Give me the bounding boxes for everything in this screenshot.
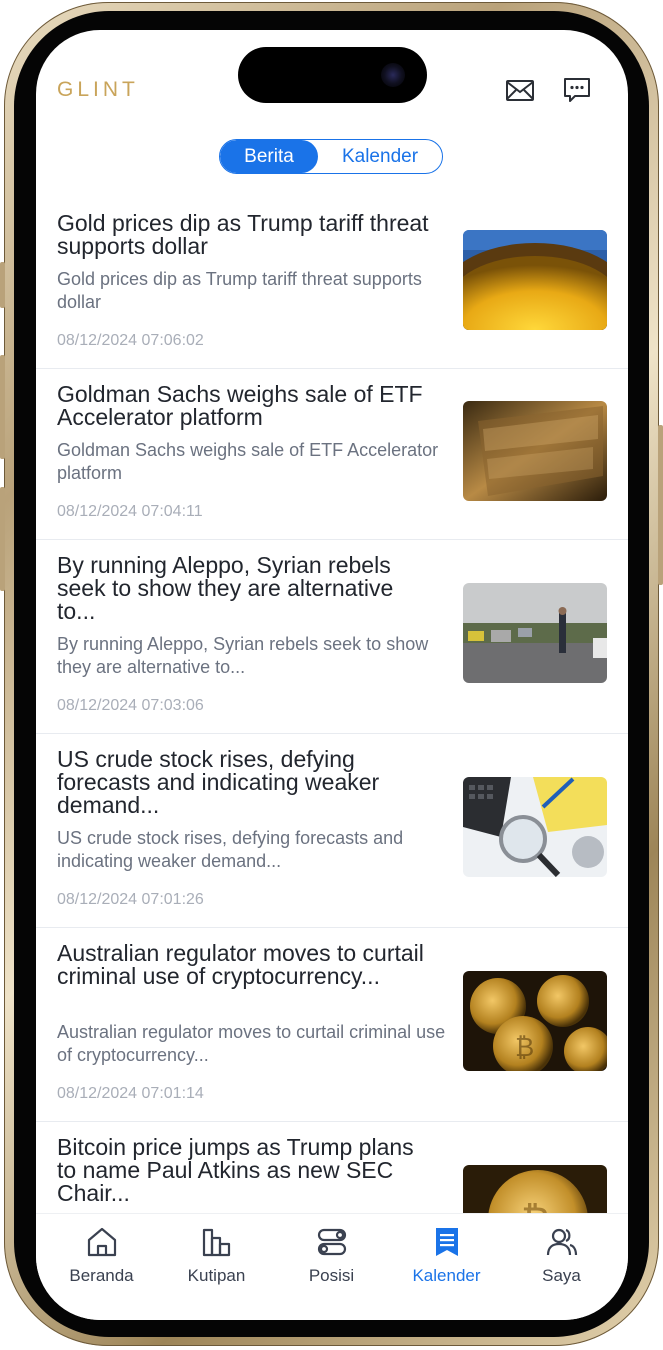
news-timestamp: 08/12/2024 07:03:06	[57, 697, 204, 714]
news-calendar-toggle: Berita Kalender	[219, 139, 443, 174]
nav-item-kutipan[interactable]: Kutipan	[159, 1224, 274, 1286]
news-item[interactable]: Goldman Sachs weighs sale of ETF Acceler…	[36, 369, 628, 540]
news-title: Goldman Sachs weighs sale of ETF Acceler…	[57, 381, 423, 430]
bottom-nav: Beranda Kutipan Posisi Kalender Saya	[36, 1213, 628, 1320]
news-thumbnail-goldman	[463, 401, 607, 501]
news-thumbnail-gold	[463, 230, 607, 330]
news-timestamp: 08/12/2024 07:01:26	[57, 891, 204, 908]
tab-kalender[interactable]: Kalender	[318, 140, 442, 173]
nav-label: Beranda	[69, 1266, 134, 1285]
app-screen: GLINT Berita Kalender Gold prices dip as…	[36, 30, 628, 1320]
nav-label: Kutipan	[187, 1266, 246, 1285]
news-summary: Goldman Sachs weighs sale of ETF Acceler…	[57, 440, 439, 483]
nav-item-posisi[interactable]: Posisi	[274, 1224, 389, 1286]
nav-label: Saya	[542, 1266, 581, 1285]
dynamic-island	[238, 47, 427, 103]
news-item[interactable]: Gold prices dip as Trump tariff threat s…	[36, 198, 628, 369]
nav-item-saya[interactable]: Saya	[504, 1224, 619, 1286]
news-list: Gold prices dip as Trump tariff threat s…	[36, 198, 628, 1265]
news-thumbnail-street	[463, 583, 607, 683]
camera-icon	[381, 63, 405, 87]
news-summary: Australian regulator moves to curtail cr…	[57, 1022, 446, 1065]
mail-icon[interactable]	[504, 74, 536, 106]
svg-text:₿: ₿	[515, 1032, 534, 1062]
news-timestamp: 08/12/2024 07:01:14	[57, 1085, 204, 1102]
tab-berita[interactable]: Berita	[220, 140, 318, 173]
volume-down-button	[0, 487, 5, 591]
news-title: Bitcoin price jumps as Trump plans to na…	[57, 1134, 414, 1206]
action-button	[0, 262, 5, 308]
power-button	[658, 425, 663, 585]
news-item[interactable]: Australian regulator moves to curtail cr…	[36, 928, 628, 1122]
home-icon	[87, 1227, 116, 1257]
bookmark-list-icon	[435, 1228, 458, 1256]
nav-label: Posisi	[308, 1266, 355, 1285]
news-summary: Gold prices dip as Trump tariff threat s…	[57, 269, 422, 312]
brand-logo: GLINT	[57, 78, 139, 101]
nav-item-kalender[interactable]: Kalender	[389, 1224, 504, 1286]
volume-up-button	[0, 355, 5, 459]
news-title: By running Aleppo, Syrian rebels seek to…	[57, 552, 394, 624]
news-timestamp: 08/12/2024 07:04:11	[57, 503, 203, 520]
news-timestamp: 08/12/2024 07:06:02	[57, 332, 204, 349]
nav-label: Kalender	[412, 1266, 481, 1285]
news-summary: By running Aleppo, Syrian rebels seek to…	[57, 634, 429, 677]
news-item[interactable]: US crude stock rises, defying forecasts …	[36, 734, 628, 928]
news-item[interactable]: By running Aleppo, Syrian rebels seek to…	[36, 540, 628, 734]
news-summary: US crude stock rises, defying forecasts …	[57, 828, 404, 871]
news-title: US crude stock rises, defying forecasts …	[57, 746, 380, 818]
news-title: Gold prices dip as Trump tariff threat s…	[57, 210, 429, 259]
news-title: Australian regulator moves to curtail cr…	[57, 940, 424, 989]
chat-bubble-icon[interactable]	[561, 74, 593, 106]
news-thumbnail-bitcoin: ₿	[463, 971, 607, 1071]
news-thumbnail-calculator	[463, 777, 607, 877]
nav-item-beranda[interactable]: Beranda	[44, 1224, 159, 1286]
toggles-icon	[317, 1228, 346, 1256]
bar-chart-icon	[202, 1228, 230, 1257]
users-icon	[546, 1228, 577, 1256]
